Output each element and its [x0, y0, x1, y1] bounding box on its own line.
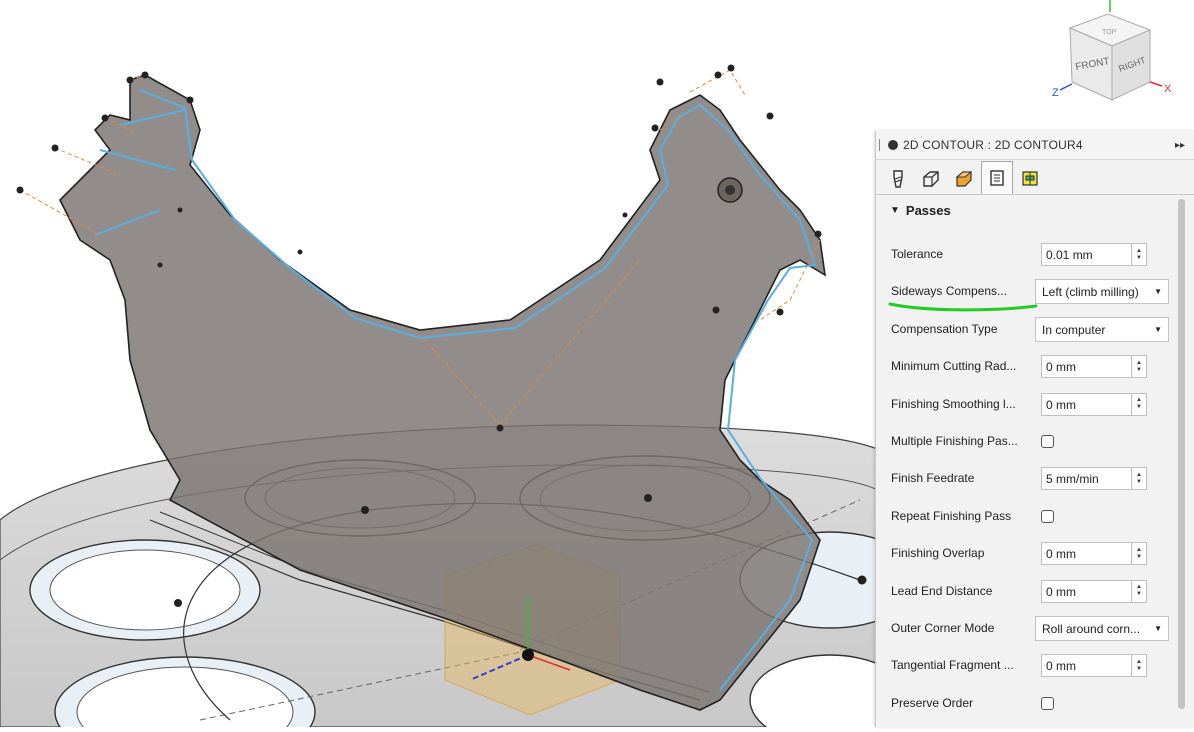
min-cutting-radius-label: Minimum Cutting Rad...: [891, 359, 1017, 374]
dialog-tabs: [876, 160, 1194, 195]
dropdown-arrow-icon: ▼: [1154, 287, 1162, 297]
param-row-repeat-finishing-pass: Repeat Finishing Pass: [876, 498, 1176, 535]
min-cutting-radius-input[interactable]: 0 mm ▲ ▼: [1041, 355, 1147, 379]
spinner-arrows-icon[interactable]: ▲ ▼: [1131, 655, 1146, 677]
geometry-icon: [923, 171, 939, 187]
param-row-finishing-overlap: Finishing Overlap 0 mm ▲ ▼: [876, 535, 1176, 572]
finishing-smoothing-input[interactable]: 0 mm ▲ ▼: [1041, 392, 1147, 416]
outer-corner-mode-select[interactable]: Roll around corn... ▼: [1035, 616, 1169, 641]
param-row-lead-end-distance: Lead End Distance 0 mm ▲ ▼: [876, 573, 1176, 610]
double-chevron-right-icon[interactable]: ▸▸: [1175, 140, 1185, 151]
tool-icon: [893, 170, 903, 188]
param-row-min-cutting-radius: Minimum Cutting Rad... 0 mm ▲ ▼: [876, 348, 1176, 385]
preserve-order-label: Preserve Order: [891, 695, 974, 710]
outer-corner-mode-label: Outer Corner Mode: [891, 621, 995, 635]
finish-feedrate-input[interactable]: 5 mm/min ▲ ▼: [1041, 467, 1147, 491]
lead-end-distance-input[interactable]: 0 mm ▲ ▼: [1041, 579, 1147, 603]
tab-geometry[interactable]: [915, 163, 947, 194]
tab-linking[interactable]: [1014, 163, 1046, 194]
dropdown-arrow-icon: ▼: [1154, 624, 1162, 633]
tab-tool[interactable]: [882, 163, 914, 194]
repeat-finishing-pass-checkbox[interactable]: [1041, 509, 1054, 523]
param-row-tolerance: Tolerance 0.01 mm ▲ ▼: [876, 236, 1176, 273]
sideways-compensation-label: Sideways Compens...: [891, 284, 1008, 299]
parameter-list: Tolerance 0.01 mm ▲ ▼ Sideways Compens... …: [876, 236, 1176, 727]
compensation-type-select[interactable]: In computer ▼: [1035, 316, 1169, 342]
spinner-arrows-icon[interactable]: ▲ ▼: [1131, 356, 1146, 378]
compensation-type-label: Compensation Type: [891, 321, 998, 336]
spinner-arrows-icon[interactable]: ▲ ▼: [1131, 244, 1146, 265]
viewcube-top-label: TOP: [1102, 29, 1117, 36]
tab-heights[interactable]: [948, 163, 980, 194]
multiple-finishing-passes-checkbox[interactable]: [1041, 435, 1054, 448]
param-row-tangential-fragment: Tangential Fragment ... 0 mm ▲ ▼: [876, 647, 1176, 684]
drag-handle[interactable]: [879, 139, 882, 151]
finish-feedrate-label: Finish Feedrate: [891, 471, 975, 486]
dropdown-arrow-icon: ▼: [1154, 324, 1162, 334]
operation-dialog: 2D CONTOUR : 2D CONTOUR4 ▸▸ ▼ Passes Tol…: [875, 131, 1194, 727]
tab-passes[interactable]: [981, 161, 1013, 194]
collapse-triangle-icon: ▼: [890, 204, 900, 216]
tangential-fragment-label: Tangential Fragment ...: [891, 658, 1014, 673]
section-title: Passes: [905, 202, 951, 218]
param-row-sideways-compensation: Sideways Compens... Left (climb milling)…: [876, 273, 1176, 312]
finishing-overlap-label: Finishing Overlap: [891, 546, 985, 561]
dialog-header[interactable]: 2D CONTOUR : 2D CONTOUR4 ▸▸: [876, 131, 1194, 160]
spinner-arrows-icon[interactable]: ▲ ▼: [1131, 393, 1146, 415]
spinner-arrows-icon[interactable]: ▲ ▼: [1131, 468, 1146, 490]
preserve-order-checkbox[interactable]: [1041, 696, 1054, 710]
param-row-finish-feedrate: Finish Feedrate 5 mm/min ▲ ▼: [876, 460, 1176, 497]
spinner-arrows-icon[interactable]: ▲ ▼: [1131, 543, 1146, 565]
passes-section-header[interactable]: ▼ Passes: [876, 195, 1194, 225]
x-axis-label: X: [1164, 83, 1172, 95]
tangential-fragment-input[interactable]: 0 mm ▲ ▼: [1041, 654, 1147, 678]
tolerance-input[interactable]: 0.01 mm ▲ ▼: [1041, 243, 1147, 266]
lead-end-distance-label: Lead End Distance: [891, 583, 993, 598]
panel-scrollbar[interactable]: [1178, 199, 1185, 709]
param-row-preserve-order: Preserve Order: [876, 685, 1176, 722]
finishing-smoothing-label: Finishing Smoothing l...: [891, 396, 1016, 411]
dialog-title: 2D CONTOUR : 2D CONTOUR4: [903, 138, 1083, 152]
viewcube[interactable]: FRONT RIGHT TOP Z X: [1050, 0, 1194, 110]
heights-icon: [955, 171, 973, 187]
param-row-outer-corner-mode: Outer Corner Mode Roll around corn... ▼: [876, 610, 1176, 647]
param-row-compensation-type: Compensation Type In computer ▼: [876, 311, 1176, 348]
linking-icon: [1022, 171, 1038, 186]
multiple-finishing-passes-label: Multiple Finishing Pas...: [891, 434, 1018, 448]
passes-icon: [990, 170, 1004, 186]
finishing-overlap-input[interactable]: 0 mm ▲ ▼: [1041, 542, 1147, 566]
z-axis-label: Z: [1052, 87, 1059, 99]
spinner-arrows-icon[interactable]: ▲ ▼: [1131, 580, 1146, 602]
status-dot-icon: [888, 140, 898, 150]
param-row-multiple-finishing-passes: Multiple Finishing Pas...: [876, 423, 1176, 460]
sideways-compensation-select[interactable]: Left (climb milling) ▼: [1035, 279, 1169, 305]
tolerance-label: Tolerance: [891, 247, 944, 261]
param-row-finishing-smoothing: Finishing Smoothing l... 0 mm ▲ ▼: [876, 386, 1176, 423]
repeat-finishing-pass-label: Repeat Finishing Pass: [891, 508, 1012, 523]
